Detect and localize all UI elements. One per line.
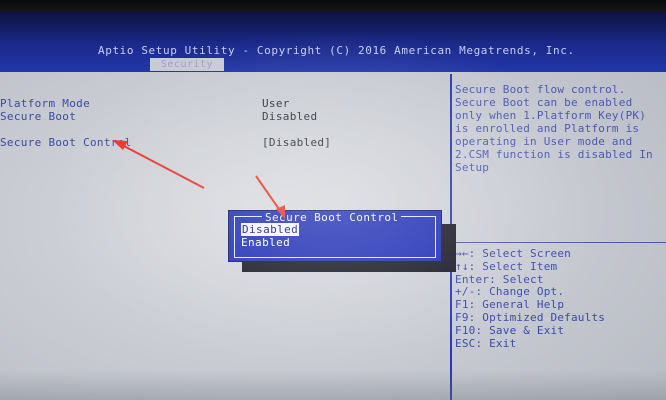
- help-line: only when 1.Platform Key(PK): [455, 109, 647, 122]
- help-line: operating in User mode and: [455, 135, 633, 148]
- help-line: Secure Boot flow control.: [455, 83, 626, 96]
- key-select-screen: →←: Select Screen: [455, 247, 571, 260]
- key-save-exit: F10: Save & Exit: [455, 323, 565, 337]
- setting-secure-boot-label: Secure Boot: [0, 110, 77, 123]
- key-optimized-defaults: F9: Optimized Defaults: [455, 310, 606, 324]
- bios-title: Aptio Setup Utility - Copyright (C) 2016…: [98, 44, 575, 57]
- popup-option-enabled[interactable]: Enabled: [241, 236, 290, 249]
- help-line: 2.CSM function is disabled In: [455, 148, 653, 161]
- help-line: Setup: [455, 161, 490, 174]
- setting-secure-boot-control-value[interactable]: [Disabled]: [262, 136, 331, 149]
- title-bar: [0, 12, 666, 72]
- setting-platform-mode-value: User: [262, 97, 290, 110]
- help-divider: [452, 242, 666, 243]
- help-line: is enrolled and Platform is: [455, 122, 640, 135]
- bios-screen: Aptio Setup Utility - Copyright (C) 2016…: [0, 0, 666, 400]
- setting-platform-mode-label: Platform Mode: [0, 97, 90, 110]
- help-panel: Secure Boot flow control. Secure Boot ca…: [455, 83, 665, 174]
- help-line: Secure Boot can be enabled: [455, 96, 633, 109]
- setting-secure-boot-value: Disabled: [262, 110, 318, 123]
- setting-secure-boot-control-label[interactable]: Secure Boot Control: [0, 136, 132, 149]
- key-legend: →←: Select Screen ↑↓: Select Item Enter:…: [455, 247, 606, 350]
- monitor-bezel: [0, 0, 666, 12]
- tab-security[interactable]: Security: [150, 58, 224, 71]
- popup-option-disabled[interactable]: Disabled: [241, 223, 300, 236]
- key-exit: ESC: Exit: [455, 336, 517, 350]
- key-select-item: ↑↓: Select Item: [455, 259, 558, 273]
- screen-shade: [0, 370, 666, 400]
